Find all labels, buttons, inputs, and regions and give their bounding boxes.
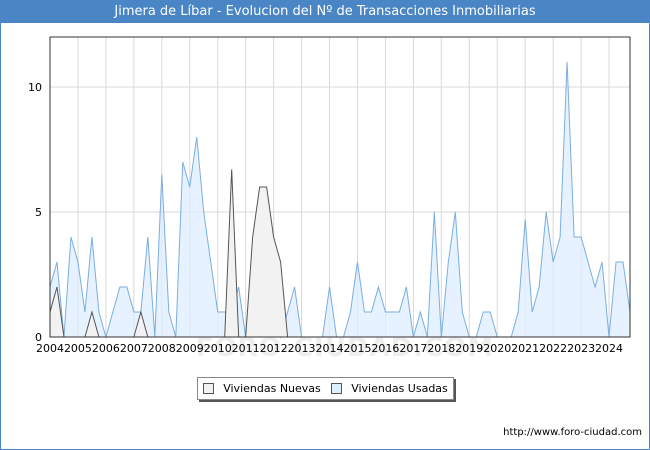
legend-item-nuevas: Viviendas Nuevas <box>203 382 321 395</box>
x-tick-label: 2006 <box>92 342 120 355</box>
legend: Viviendas Nuevas Viviendas Usadas <box>197 377 454 400</box>
x-tick-label: 2007 <box>120 342 148 355</box>
series-area-1 <box>50 62 630 337</box>
x-tick-label: 2019 <box>455 342 483 355</box>
x-tick-label: 2009 <box>176 342 204 355</box>
x-tick-label: 2020 <box>483 342 511 355</box>
x-tick-label: 2022 <box>539 342 567 355</box>
x-tick-label: 2021 <box>511 342 539 355</box>
x-tick-label: 2008 <box>148 342 176 355</box>
legend-item-usadas: Viviendas Usadas <box>331 382 448 395</box>
y-tick-label: 0 <box>35 331 42 344</box>
x-tick-label: 2024 <box>595 342 623 355</box>
footer-url[interactable]: http://www.foro-ciudad.com <box>503 427 642 438</box>
legend-swatch-usadas <box>331 383 343 394</box>
x-tick-label: 2016 <box>371 342 399 355</box>
x-tick-label: 2010 <box>204 342 232 355</box>
y-tick-label: 10 <box>28 81 42 94</box>
x-tick-label: 2018 <box>427 342 455 355</box>
x-tick-label: 2011 <box>232 342 260 355</box>
legend-label-nuevas: Viviendas Nuevas <box>223 382 321 395</box>
series-areas <box>49 61 631 339</box>
legend-swatch-nuevas <box>203 383 215 394</box>
x-tick-label: 2012 <box>260 342 288 355</box>
y-tick-label: 5 <box>35 206 42 219</box>
x-tick-label: 2023 <box>567 342 595 355</box>
legend-label-usadas: Viviendas Usadas <box>351 382 448 395</box>
x-tick-label: 2013 <box>288 342 316 355</box>
x-tick-label: 2015 <box>343 342 371 355</box>
x-tick-label: 2005 <box>64 342 92 355</box>
x-tick-label: 2014 <box>316 342 344 355</box>
x-tick-label: 2017 <box>399 342 427 355</box>
